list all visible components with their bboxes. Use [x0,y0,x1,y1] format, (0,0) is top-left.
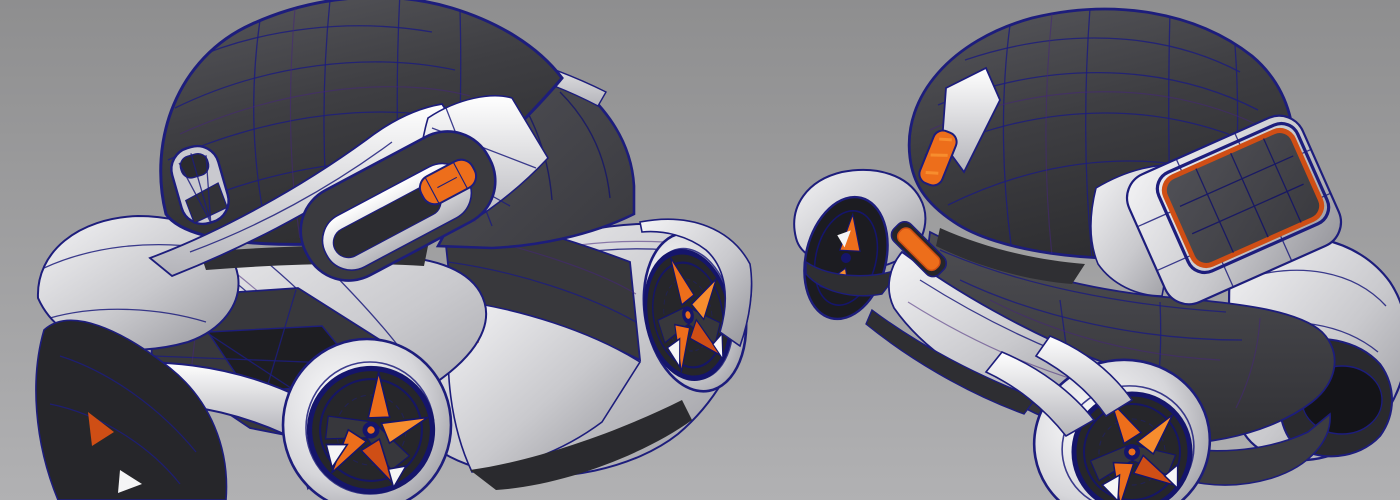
3d-viewport[interactable] [0,0,1400,500]
front-wheel [281,337,453,500]
viewport-canvas[interactable] [0,0,1400,500]
